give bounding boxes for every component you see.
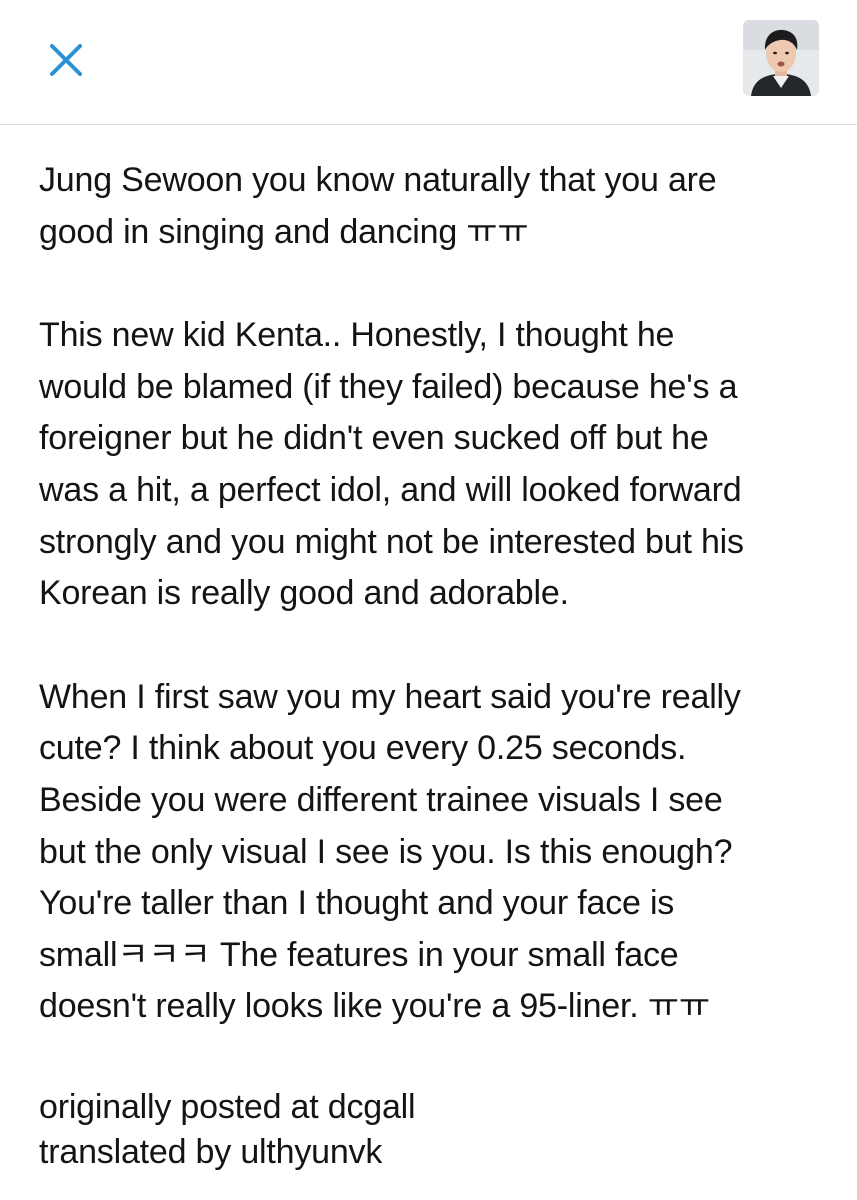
post-body: Jung Sewoon you know naturally that you …	[39, 155, 829, 1175]
post-paragraph: When I first saw you my heart said you'r…	[39, 677, 741, 1026]
close-button[interactable]	[40, 34, 92, 86]
translator-credit: translated by ulthyunvk	[39, 1132, 383, 1171]
post-paragraph: Jung Sewoon you know naturally that you …	[39, 161, 717, 251]
credits: originally posted at dcgall translated b…	[39, 1085, 829, 1175]
source-credit: originally posted at dcgall	[39, 1087, 416, 1126]
avatar[interactable]	[743, 20, 819, 96]
post-paragraph: This new kid Kenta.. Honestly, I thought…	[39, 316, 744, 613]
top-bar	[0, 0, 857, 125]
close-icon	[50, 44, 82, 76]
profile-avatar-image	[743, 20, 819, 96]
